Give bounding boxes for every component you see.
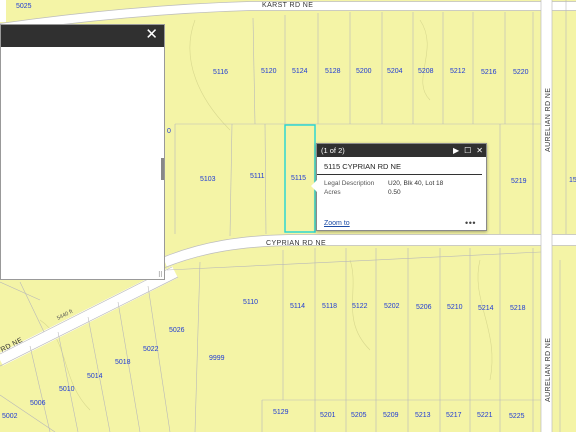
next-feature-icon[interactable]: ▶ bbox=[453, 144, 459, 157]
parcel-label[interactable]: 5200 bbox=[356, 68, 372, 75]
parcel-label[interactable]: 5221 bbox=[477, 412, 493, 419]
parcel-label[interactable]: 5218 bbox=[510, 305, 526, 312]
parcel-label[interactable]: 5214 bbox=[478, 305, 494, 312]
road-label-aurelian-top: AURELIAN RD NE bbox=[545, 88, 552, 152]
close-icon[interactable]: ✕ bbox=[476, 144, 483, 157]
parcel-label[interactable]: 5115 bbox=[291, 175, 306, 182]
parcel-label[interactable]: 5002 bbox=[2, 413, 18, 420]
parcel-label[interactable]: 5201 bbox=[320, 412, 336, 419]
parcel-label[interactable]: 5110 bbox=[243, 299, 258, 306]
parcel-label[interactable]: 5213 bbox=[415, 412, 431, 419]
field-row: Acres 0.50 bbox=[324, 188, 443, 197]
more-options-icon[interactable]: ••• bbox=[465, 219, 476, 228]
parcel-label[interactable]: 5014 bbox=[87, 373, 103, 380]
parcel-label[interactable]: 5209 bbox=[383, 412, 399, 419]
parcel-label[interactable]: 5128 bbox=[325, 68, 341, 75]
parcel-label[interactable]: 5216 bbox=[481, 69, 497, 76]
road-label-cyprian: CYPRIAN RD NE bbox=[266, 240, 326, 247]
parcel-label[interactable]: 5219 bbox=[511, 178, 527, 185]
side-panel: ✕ ⠿ bbox=[0, 24, 165, 280]
parcel-label[interactable]: 5025 bbox=[16, 3, 32, 10]
side-panel-header: ✕ bbox=[1, 25, 164, 47]
field-key: Acres bbox=[324, 189, 341, 196]
parcel-label[interactable]: 5210 bbox=[447, 304, 463, 311]
parcel-label[interactable]: 5010 bbox=[59, 386, 75, 393]
parcel-label[interactable]: 5111 bbox=[250, 173, 265, 180]
parcel-label[interactable]: 5202 bbox=[384, 303, 400, 310]
popup-pointer bbox=[311, 180, 317, 192]
parcel-label[interactable]: 5022 bbox=[143, 346, 159, 353]
parcel-label[interactable]: 5204 bbox=[387, 68, 403, 75]
parcel-label[interactable]: 5118 bbox=[322, 303, 337, 310]
parcel-label[interactable]: 5205 bbox=[351, 412, 367, 419]
parcel-label[interactable]: 5116 bbox=[213, 69, 228, 76]
popup-counter: (1 of 2) bbox=[321, 146, 345, 155]
road-label-karst: KARST RD NE bbox=[262, 2, 313, 9]
field-value: 0.50 bbox=[388, 189, 401, 196]
field-key: Legal Description bbox=[324, 180, 375, 187]
parcel-label[interactable]: 5225 bbox=[509, 413, 525, 420]
popup-fields: Legal Description U20, Blk 40, Lot 18 Ac… bbox=[324, 179, 443, 197]
zoom-to-link[interactable]: Zoom to bbox=[324, 220, 350, 227]
side-panel-scrollbar[interactable] bbox=[161, 158, 164, 180]
parcel-label[interactable]: 5122 bbox=[352, 303, 368, 310]
parcel-label[interactable]: 5120 bbox=[261, 68, 277, 75]
parcel-label[interactable]: 9999 bbox=[209, 355, 225, 362]
resize-handle-icon[interactable]: ⠿ bbox=[158, 272, 163, 279]
parcel-label[interactable]: 5006 bbox=[30, 400, 46, 407]
parcel-label[interactable]: 5018 bbox=[115, 359, 131, 366]
popup-header: (1 of 2) ▶ ☐ ✕ bbox=[317, 144, 486, 157]
field-row: Legal Description U20, Blk 40, Lot 18 bbox=[324, 179, 443, 188]
parcel-popup: (1 of 2) ▶ ☐ ✕ 5115 CYPRIAN RD NE Legal … bbox=[311, 143, 487, 231]
parcel-label[interactable]: 5114 bbox=[290, 303, 305, 310]
parcel-label[interactable]: 5220 bbox=[513, 69, 529, 76]
maximize-icon[interactable]: ☐ bbox=[464, 144, 471, 157]
parcel-label[interactable]: 5129 bbox=[273, 409, 289, 416]
parcel-label[interactable]: 5103 bbox=[200, 176, 216, 183]
parcel-label[interactable]: 5208 bbox=[418, 68, 434, 75]
road-label-aurelian-bottom: AURELIAN RD NE bbox=[545, 338, 552, 402]
parcel-label[interactable]: 15 bbox=[569, 177, 576, 184]
parcel-label[interactable]: 5206 bbox=[416, 304, 432, 311]
popup-title: 5115 CYPRIAN RD NE bbox=[317, 157, 482, 175]
parcel-label[interactable]: 5026 bbox=[169, 327, 185, 334]
parcel-label[interactable]: 5217 bbox=[446, 412, 462, 419]
parcel-label[interactable]: 5124 bbox=[292, 68, 308, 75]
close-icon[interactable]: ✕ bbox=[145, 27, 158, 43]
parcel-label[interactable]: 0 bbox=[167, 128, 171, 135]
field-value: U20, Blk 40, Lot 18 bbox=[388, 180, 444, 187]
parcel-label[interactable]: 5212 bbox=[450, 68, 466, 75]
